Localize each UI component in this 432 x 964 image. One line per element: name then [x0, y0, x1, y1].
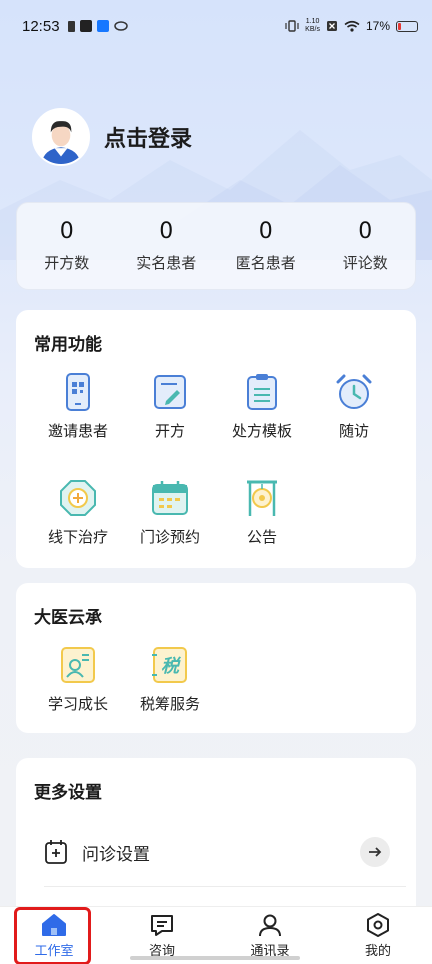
stat-value: 0	[159, 219, 174, 244]
battery-icon	[396, 20, 418, 32]
learning-icon	[61, 647, 95, 683]
tiktok-icon	[79, 20, 92, 32]
consultation-settings-icon	[45, 840, 67, 864]
section-title: 常用功能	[34, 335, 102, 355]
section-title: 大医云承	[34, 608, 102, 628]
profile-header[interactable]: 点击登录	[32, 108, 192, 166]
phone-qr-icon	[66, 373, 90, 411]
status-bar: 12:53 1.10 KB/s 17%	[0, 0, 432, 52]
stat-comments[interactable]: 0 评论数	[316, 203, 416, 289]
cloud-app-icon	[113, 21, 128, 31]
common-functions-card: 常用功能 邀请患者 开方 处方模板 随访 线下治疗 门诊预约 公告	[16, 310, 416, 568]
tab-mine[interactable]: 我的	[324, 907, 432, 964]
item-label: 邀请患者	[47, 422, 108, 440]
item-label: 开方	[154, 422, 185, 440]
arrow-right-icon[interactable]	[360, 837, 390, 867]
dayi-yuncheng-card: 大医云承 学习成长 税 税筹服务	[16, 583, 416, 733]
alipay-icon	[96, 20, 109, 32]
invite-patients-item[interactable]: 邀请患者	[30, 372, 126, 441]
tax-service-icon: 税	[150, 645, 190, 685]
item-label: 公告	[246, 528, 277, 546]
setting-label: 问诊设置	[82, 844, 150, 865]
item-label: 门诊预约	[139, 528, 200, 546]
item-label: 线下治疗	[47, 528, 108, 546]
stat-anonymous-patients[interactable]: 0 匿名患者	[216, 203, 316, 289]
profile-hex-icon	[367, 912, 389, 937]
sim-icon	[67, 20, 75, 32]
avatar[interactable]	[32, 108, 90, 166]
home-indicator	[130, 956, 300, 960]
item-label: 随访	[338, 422, 369, 440]
stat-label: 匿名患者	[235, 254, 296, 272]
stat-label: 实名患者	[136, 254, 197, 272]
divider	[44, 886, 406, 887]
stat-real-name-patients[interactable]: 0 实名患者	[117, 203, 217, 289]
stat-label: 评论数	[342, 254, 388, 272]
tab-label: 工作室	[34, 943, 74, 959]
stat-prescriptions[interactable]: 0 开方数	[17, 203, 117, 289]
stats-card: 0 开方数 0 实名患者 0 匿名患者 0 评论数	[16, 202, 416, 290]
battery-percent: 17%	[365, 19, 390, 33]
bottom-navigation: 工作室 咨询 通讯录 我的	[0, 906, 432, 964]
alarm-clock-icon	[336, 374, 372, 409]
item-label: 处方模板	[231, 422, 292, 440]
consultation-settings-row[interactable]: 问诊设置	[44, 832, 390, 872]
net-speed-unit: KB/s	[305, 26, 320, 33]
offline-treatment-icon	[60, 480, 96, 516]
tab-studio[interactable]: 工作室	[0, 907, 108, 964]
prescribe-pen-icon	[154, 375, 186, 409]
contacts-icon	[259, 914, 281, 936]
network-speed: 1.10 KB/s	[305, 18, 320, 34]
vibrate-icon	[285, 20, 299, 32]
net-speed-value: 1.10	[305, 18, 320, 25]
wifi-icon	[344, 20, 360, 32]
notification-icons	[67, 20, 128, 32]
stat-value: 0	[258, 219, 273, 244]
item-label: 学习成长	[47, 695, 108, 713]
gong-icon	[247, 480, 277, 516]
tab-label: 我的	[364, 943, 391, 959]
tax-service-item[interactable]: 税 税筹服务	[122, 645, 218, 714]
follow-up-item[interactable]: 随访	[306, 372, 402, 441]
stat-label: 开方数	[44, 254, 90, 272]
no-sim-icon	[326, 21, 337, 31]
home-icon	[42, 913, 66, 936]
tax-glyph: 税	[161, 656, 179, 677]
doctor-avatar-icon	[34, 110, 88, 164]
section-title: 更多设置	[34, 783, 102, 803]
announcement-item[interactable]: 公告	[214, 478, 310, 547]
stat-value: 0	[358, 219, 373, 244]
stat-value: 0	[59, 219, 74, 244]
prescription-template-item[interactable]: 处方模板	[214, 372, 310, 441]
outpatient-appointment-item[interactable]: 门诊预约	[122, 478, 218, 547]
prescribe-item[interactable]: 开方	[122, 372, 218, 441]
learning-growth-item[interactable]: 学习成长	[30, 645, 126, 714]
login-prompt[interactable]: 点击登录	[104, 121, 192, 153]
item-label: 税筹服务	[139, 695, 200, 713]
offline-treatment-item[interactable]: 线下治疗	[30, 478, 126, 547]
status-time: 12:53	[22, 17, 60, 35]
clipboard-template-icon	[247, 374, 277, 410]
chat-icon	[151, 914, 173, 936]
calendar-icon	[152, 481, 188, 515]
